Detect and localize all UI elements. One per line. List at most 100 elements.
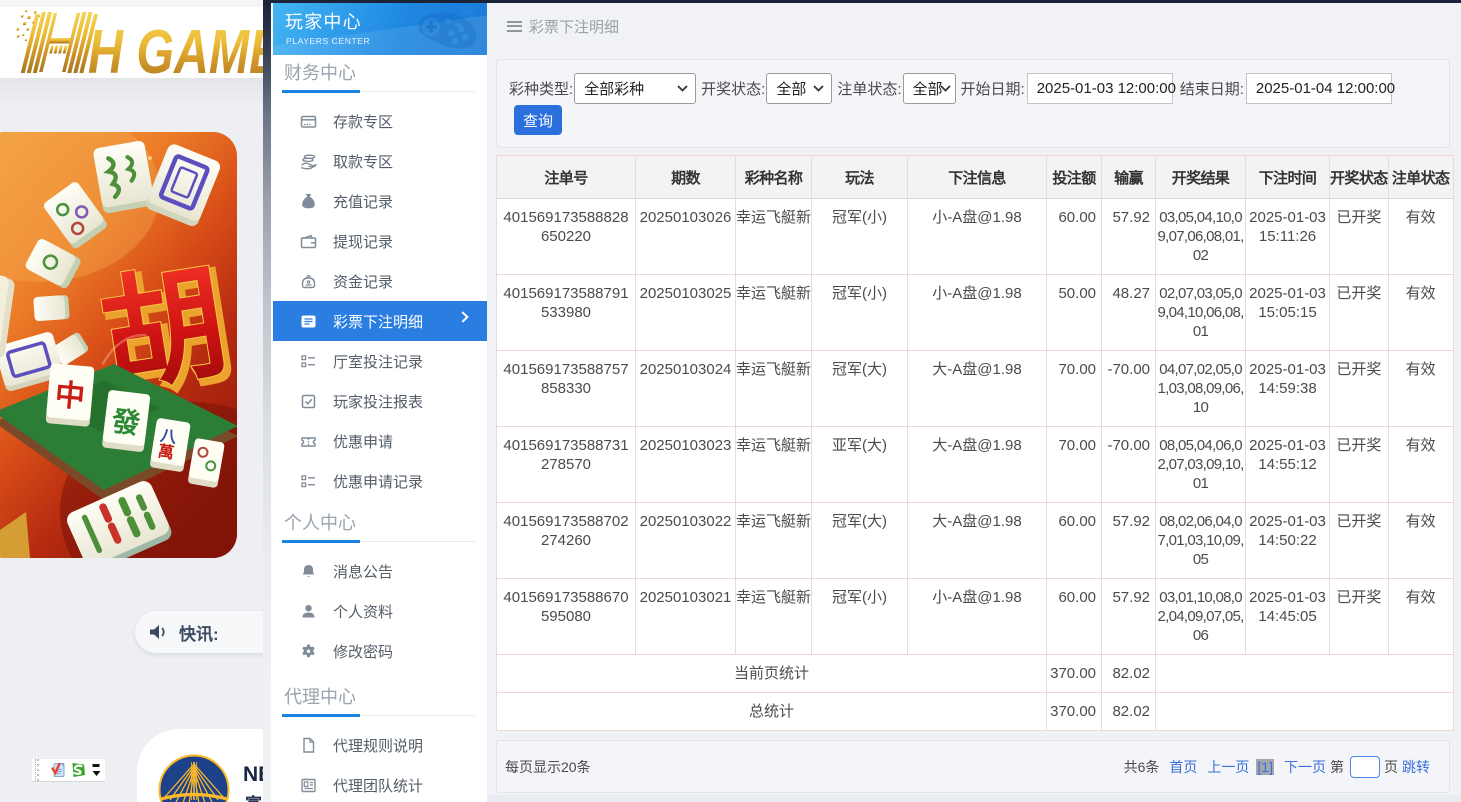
table-cell: 冠军(小) <box>812 275 908 351</box>
sidebar-item[interactable]: 玩家投注报表 <box>273 381 487 421</box>
first-page-link[interactable]: 首页 <box>1169 757 1197 777</box>
lottery-type-select[interactable]: 全部彩种 <box>574 73 696 104</box>
browser-mini-toolbar <box>32 759 105 782</box>
current-page: [1] <box>1256 759 1274 775</box>
table-row: 401569173588731 27857020250103023幸运飞艇新亚军… <box>497 427 1454 503</box>
speaker-icon <box>149 624 169 640</box>
draw-status-select[interactable]: 全部 <box>766 73 832 104</box>
table-cell: 08,02,06,04,0 7,01,03,10,09, 05 <box>1156 503 1246 579</box>
list-detail-icon <box>300 313 317 330</box>
start-date-input[interactable]: 2025-01-03 12:00:00 <box>1027 73 1173 104</box>
table-cell: 57.92 <box>1102 503 1156 579</box>
stats-icon <box>300 777 317 794</box>
per-page-label: 每页显示20条 <box>505 757 591 777</box>
summary-win-amount: 82.02 <box>1102 655 1156 693</box>
column-header: 投注额 <box>1047 156 1102 199</box>
table-cell: -70.00 <box>1102 351 1156 427</box>
table-cell: 大-A盘@1.98 <box>908 503 1047 579</box>
wallet-icon <box>300 233 317 250</box>
order-status-select[interactable]: 全部 <box>903 73 956 104</box>
table-cell: 幸运飞艇新 <box>736 503 812 579</box>
column-header: 输赢 <box>1102 156 1156 199</box>
table-cell: 小-A盘@1.98 <box>908 199 1047 275</box>
select-caret-icon <box>677 85 688 92</box>
table-cell: 有效 <box>1388 351 1453 427</box>
end-date-input[interactable]: 2025-01-04 12:00:00 <box>1246 73 1392 104</box>
gear-icon <box>300 643 317 660</box>
bottom-strip <box>487 795 1461 802</box>
table-cell: 04,07,02,05,0 1,03,08,09,06, 10 <box>1156 351 1246 427</box>
collapse-icon[interactable] <box>92 763 101 777</box>
table-cell: 02,07,03,05,0 9,04,10,06,08, 01 <box>1156 275 1246 351</box>
sidebar-item-label: 资金记录 <box>333 271 393 292</box>
doc-icon <box>300 737 317 754</box>
table-cell: 70.00 <box>1047 427 1102 503</box>
table-cell: 已开奖 <box>1330 579 1389 655</box>
table-cell: 70.00 <box>1047 351 1102 427</box>
table-cell: 48.27 <box>1102 275 1156 351</box>
sidebar-item[interactable]: 充值记录 <box>273 181 487 221</box>
next-page-link[interactable]: 下一页 <box>1284 757 1326 777</box>
green-s-icon[interactable] <box>70 762 86 778</box>
summary-empty <box>1156 655 1454 693</box>
table-cell: 20250103025 <box>636 275 736 351</box>
sidebar-item[interactable]: 彩票下注明细 <box>273 301 487 341</box>
filter-panel: 彩种类型: 全部彩种 开奖状态: 全部 注单状态: 全部 开始日期: 2025-… <box>496 59 1450 148</box>
start-date-label: 开始日期: <box>961 78 1025 99</box>
lottery-type-label: 彩种类型: <box>509 78 573 99</box>
search-button[interactable]: 查询 <box>514 105 562 135</box>
table-cell: 60.00 <box>1047 199 1102 275</box>
coupon-list-icon <box>300 473 317 490</box>
svg-text:發: 發 <box>109 405 142 440</box>
sidebar-item[interactable]: 个人资料 <box>273 591 487 631</box>
sidebar-item[interactable]: 优惠申请 <box>273 421 487 461</box>
site-background: H GAME <box>0 0 263 802</box>
prev-page-link[interactable]: 上一页 <box>1207 757 1249 777</box>
news-label: 快讯: <box>179 620 219 645</box>
sidebar-item[interactable]: 代理团队统计 <box>273 765 487 802</box>
sidebar-item[interactable]: 优惠申请记录 <box>273 461 487 501</box>
menu-toggle-icon[interactable] <box>507 21 522 32</box>
doc-check-icon[interactable] <box>51 762 66 778</box>
jump-suffix: 页 <box>1384 757 1398 777</box>
table-header-row: 注单号期数彩种名称玩法下注信息投注额输赢开奖结果下注时间开奖状态注单状态 <box>497 156 1454 199</box>
table-cell: 2025-01-03 14:59:38 <box>1246 351 1330 427</box>
column-header: 下注时间 <box>1246 156 1330 199</box>
sidebar-item[interactable]: 取款专区 <box>273 141 487 181</box>
order-status-label: 注单状态: <box>837 78 901 99</box>
sidebar-menu: 存款专区取款专区充值记录提现记录资金记录彩票下注明细厅室投注记录玩家投注报表优惠… <box>273 101 487 501</box>
coupon-icon <box>300 433 317 450</box>
sidebar-item[interactable]: 厅室投注记录 <box>273 341 487 381</box>
end-date-label: 结束日期: <box>1180 78 1244 99</box>
drag-handle-icon[interactable] <box>35 759 43 781</box>
main-content: 彩票下注明细 彩种类型: 全部彩种 开奖状态: 全部 注单状态: 全部 开始日期… <box>487 3 1461 802</box>
sidebar-item[interactable]: 存款专区 <box>273 101 487 141</box>
sidebar-item[interactable]: 消息公告 <box>273 551 487 591</box>
table-cell: 2025-01-03 14:50:22 <box>1246 503 1330 579</box>
select-caret-icon <box>813 85 824 92</box>
sidebar-item[interactable]: 资金记录 <box>273 261 487 301</box>
sidebar-item[interactable]: 修改密码 <box>273 631 487 671</box>
page-jump-input[interactable] <box>1350 756 1380 778</box>
sidebar-item-label: 存款专区 <box>333 111 393 132</box>
table-cell: 401569173588702 274260 <box>497 503 636 579</box>
svg-text:中: 中 <box>54 379 87 414</box>
sidebar-menu: 消息公告个人资料修改密码 <box>273 551 487 671</box>
sidebar-item[interactable]: 代理规则说明 <box>273 725 487 765</box>
deposit-card-icon <box>300 113 317 130</box>
table-cell: 401569173588731 278570 <box>497 427 636 503</box>
table-cell: 冠军(大) <box>812 503 908 579</box>
table-cell: 大-A盘@1.98 <box>908 427 1047 503</box>
player-center-sidebar: 玩家中心 PLAYERS CENTER 财务中心存款专区取款专区充值记录提现记录… <box>273 0 487 802</box>
table-cell: 亚军(大) <box>812 427 908 503</box>
jump-go-link[interactable]: 跳转 <box>1402 757 1430 777</box>
mahjong-promo-banner[interactable]: 胡 胡 中 發 八萬 <box>0 132 237 558</box>
sidebar-item[interactable]: 提现记录 <box>273 221 487 261</box>
sidebar-item-label: 个人资料 <box>333 601 393 622</box>
select-caret-icon <box>940 85 951 92</box>
table-cell: 有效 <box>1388 199 1453 275</box>
table-row: 401569173588702 27426020250103022幸运飞艇新冠军… <box>497 503 1454 579</box>
column-header: 期数 <box>636 156 736 199</box>
table-cell: 401569173588670 595080 <box>497 579 636 655</box>
sidebar-item-label: 修改密码 <box>333 641 393 662</box>
